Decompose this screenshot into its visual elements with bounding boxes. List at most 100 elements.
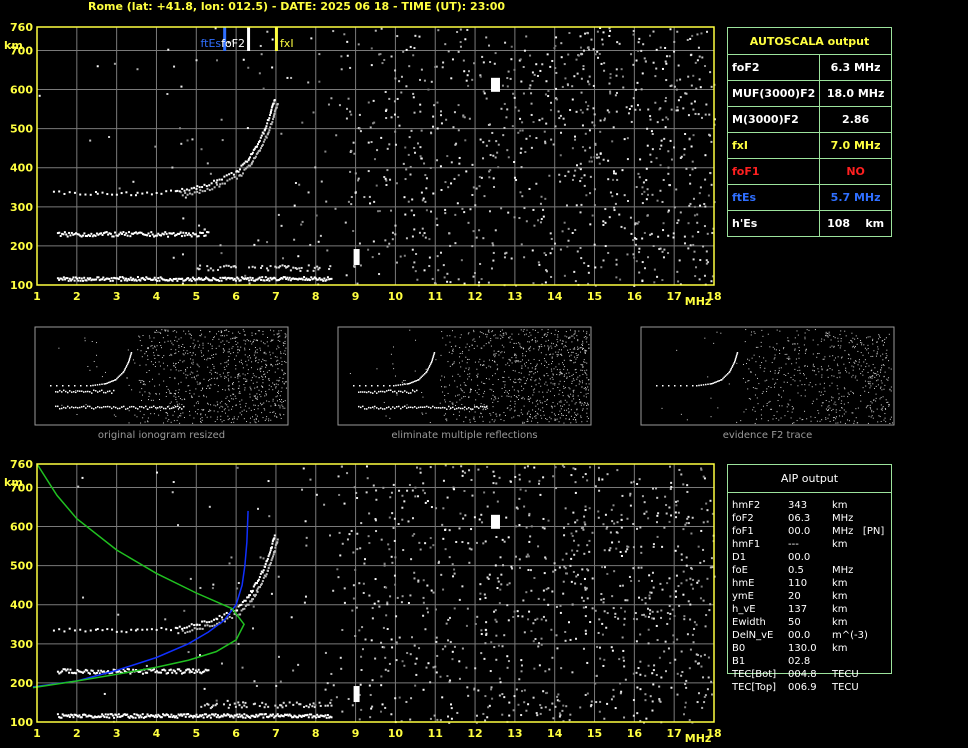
x-tick-label: 10: [388, 727, 404, 740]
thumbnail-dot: [234, 337, 236, 339]
thumbnail-dot: [190, 337, 192, 339]
noise-dot: [401, 518, 404, 521]
f2-trace-dot: [276, 538, 279, 541]
es-trace-dot: [215, 716, 218, 719]
noise-dot: [369, 716, 372, 719]
es-trace-dot: [68, 716, 71, 719]
noise-dot: [704, 65, 707, 68]
thumbnail-dot: [220, 341, 222, 343]
noise-dot: [292, 669, 295, 672]
noise-dot: [490, 686, 493, 689]
noise-dot: [699, 204, 702, 207]
thumbnail-dot: [174, 353, 176, 355]
thumbnail-trace: [163, 407, 165, 410]
thumbnail-dot: [179, 422, 181, 424]
noise-dot: [537, 642, 540, 645]
thumbnail-dot: [554, 384, 556, 386]
noise-dot: [330, 699, 333, 702]
thumbnail-trace: [73, 406, 75, 409]
es-trace-dot: [242, 701, 245, 704]
noise-dot: [383, 58, 386, 61]
thumbnail-dot: [200, 421, 202, 423]
thumbnail-dot: [464, 396, 466, 398]
noise-dot: [398, 80, 401, 83]
thumbnail-dot: [554, 334, 556, 336]
f2-trace-dot: [205, 621, 208, 624]
noise-dot: [521, 121, 524, 124]
thumbnail-dot: [284, 337, 286, 339]
noise-dot: [644, 60, 647, 63]
noise-dot: [658, 656, 661, 659]
aip-ionogram-plot: 1 2 3 4 5 6 7 8 9 10 11 12 13 14 15 16 17 18MHz1002003004…: [4, 458, 722, 745]
noise-dot: [677, 545, 680, 548]
noise-dot: [643, 231, 646, 234]
thumbnail-dot: [275, 364, 277, 366]
es-trace-dot: [288, 701, 291, 704]
noise-dot: [686, 490, 689, 493]
thumbnail-dot: [489, 413, 491, 415]
noise-dot: [603, 62, 606, 65]
thumbnail-dot: [146, 371, 148, 373]
thumbnail-trace: [177, 405, 179, 408]
noise-dot: [487, 577, 490, 580]
noise-dot: [649, 609, 652, 612]
noise-dot: [497, 644, 500, 647]
thumbnail-dot: [531, 385, 533, 387]
noise-dot: [641, 495, 644, 498]
thumbnail-dot: [443, 376, 445, 378]
noise-dot: [528, 512, 531, 515]
noise-dot: [402, 50, 405, 53]
thumbnail-dot: [531, 376, 533, 378]
noise-dot: [393, 113, 396, 116]
noise-dot: [572, 539, 575, 542]
thumbnail-dot: [190, 395, 192, 397]
thumbnail-dot: [177, 409, 179, 411]
noise-dot: [462, 59, 465, 62]
noise-dot: [411, 198, 414, 201]
noise-dot: [492, 482, 495, 485]
noise-dot: [541, 63, 544, 66]
f2-trace-dot: [210, 182, 213, 185]
thumbnail-dot: [182, 343, 184, 345]
thumbnail-dot: [543, 358, 545, 360]
thumbnail-dot: [284, 350, 286, 352]
es-trace-dot: [176, 716, 179, 719]
noise-dot: [351, 704, 354, 707]
noise-dot: [96, 65, 99, 68]
thumbnail-dot: [213, 337, 215, 339]
noise-dot: [506, 85, 509, 88]
f2-trace-dot: [201, 627, 204, 630]
noise-dot: [612, 126, 615, 129]
noise-dot: [649, 115, 652, 118]
noise-dot: [517, 703, 520, 706]
thumbnail-dot: [503, 334, 505, 336]
f2-trace-dot: [247, 596, 250, 599]
thumbnail-dot: [230, 395, 232, 397]
white-block: [490, 77, 500, 92]
noise-dot: [562, 526, 565, 529]
thumbnail-trace: [143, 407, 145, 409]
noise-dot: [652, 245, 655, 248]
noise-dot: [380, 684, 383, 687]
noise-dot: [378, 605, 381, 608]
noise-dot: [404, 178, 407, 181]
thumbnail-dot: [223, 349, 225, 351]
noise-dot: [703, 202, 706, 205]
noise-dot: [596, 153, 599, 156]
noise-dot: [609, 29, 612, 32]
noise-dot: [626, 200, 629, 203]
noise-dot: [626, 599, 629, 602]
thumbnail-dot: [182, 353, 184, 355]
noise-dot: [590, 160, 593, 163]
noise-dot: [378, 53, 381, 56]
f2-trace-dot: [155, 628, 158, 631]
noise-dot: [558, 117, 561, 120]
thumbnail-trace: [83, 405, 85, 408]
noise-dot: [589, 223, 592, 226]
noise-dot: [464, 38, 467, 41]
thumbnail-dot: [191, 396, 193, 398]
noise-dot: [615, 263, 618, 266]
noise-dot: [184, 196, 187, 199]
thumbnail-dot: [257, 340, 259, 342]
noise-dot: [632, 97, 635, 100]
